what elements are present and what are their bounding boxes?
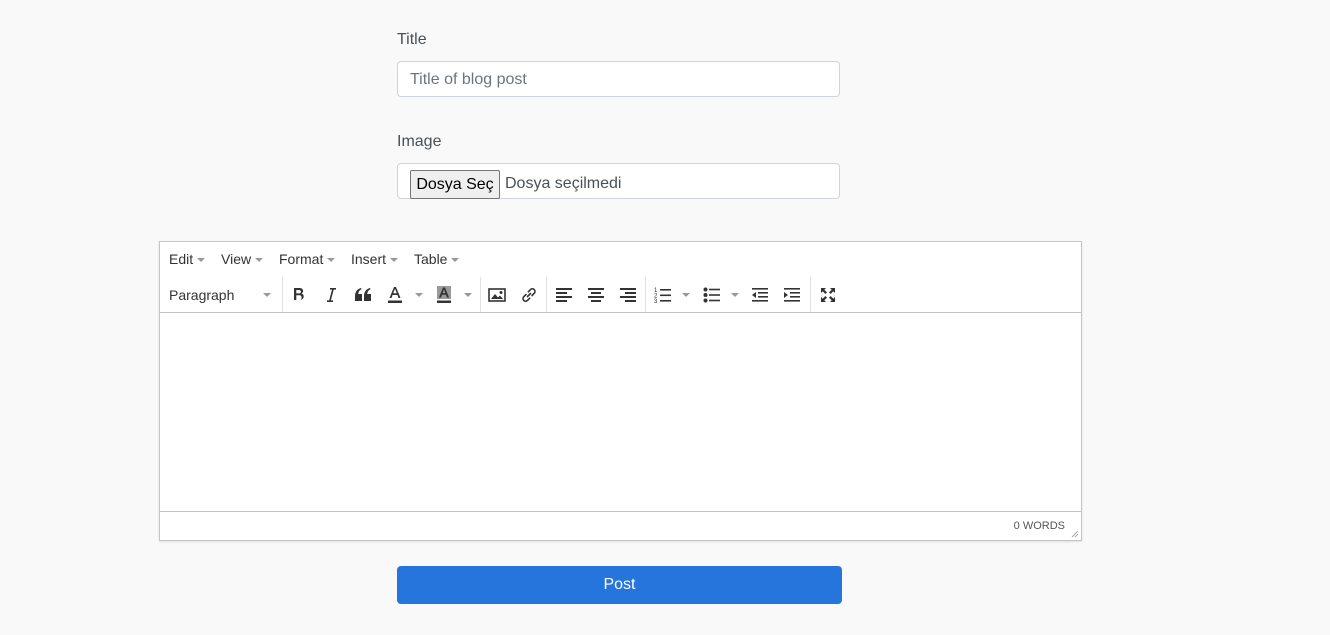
chevron-down-icon	[327, 258, 336, 263]
title-input[interactable]: Title of blog post	[397, 61, 840, 97]
chevron-down-icon[interactable]	[263, 293, 271, 297]
rich-text-editor: Edit View Format Insert Table Paragraph	[159, 241, 1082, 541]
align-right-icon[interactable]	[617, 284, 639, 306]
resize-handle-icon[interactable]	[1071, 530, 1079, 538]
menu-view[interactable]: View	[221, 251, 264, 267]
editor-menubar: Edit View Format Insert Table	[160, 242, 1081, 278]
chevron-down-icon	[255, 258, 264, 263]
align-center-icon[interactable]	[585, 284, 607, 306]
chevron-down-icon	[197, 258, 206, 263]
numbered-list-icon[interactable]: 123	[652, 284, 674, 306]
block-format-select[interactable]: Paragraph	[169, 287, 234, 303]
align-left-icon[interactable]	[553, 284, 575, 306]
editor-toolbar: Paragraph 1 2 3	[160, 277, 1081, 313]
chevron-down-icon[interactable]	[415, 293, 423, 297]
chevron-down-icon[interactable]	[731, 293, 739, 297]
blockquote-icon[interactable]	[352, 284, 374, 306]
italic-icon[interactable]	[320, 284, 342, 306]
word-count: 0 WORDS	[1013, 520, 1065, 532]
chevron-down-icon[interactable]	[682, 293, 690, 297]
chevron-down-icon	[390, 258, 399, 263]
chevron-down-icon[interactable]	[464, 293, 472, 297]
title-label: Title	[397, 31, 427, 48]
image-label: Image	[397, 133, 442, 150]
menu-edit[interactable]: Edit	[169, 251, 206, 267]
image-file-input: Dosya Seç Dosya seçilmedi	[397, 163, 840, 199]
menu-format[interactable]: Format	[279, 251, 336, 267]
outdent-icon[interactable]	[749, 284, 771, 306]
menu-table[interactable]: Table	[414, 251, 460, 267]
post-button[interactable]: Post	[397, 566, 842, 604]
editor-content-area[interactable]	[160, 313, 1081, 513]
editor-statusbar: 0 WORDS	[160, 511, 1081, 540]
svg-text:3: 3	[654, 299, 658, 304]
fullscreen-icon[interactable]	[817, 284, 839, 306]
chevron-down-icon	[451, 258, 460, 263]
bold-icon[interactable]	[288, 284, 310, 306]
choose-file-button[interactable]: Dosya Seç	[410, 170, 500, 199]
bulleted-list-icon[interactable]	[701, 284, 723, 306]
text-color-icon[interactable]	[384, 284, 406, 306]
background-color-icon[interactable]	[433, 284, 455, 306]
file-status: Dosya seçilmedi	[505, 175, 622, 192]
indent-icon[interactable]	[781, 284, 803, 306]
image-icon[interactable]	[486, 284, 508, 306]
title-placeholder: Title of blog post	[410, 71, 527, 88]
menu-insert[interactable]: Insert	[351, 251, 399, 267]
link-icon[interactable]	[518, 284, 540, 306]
